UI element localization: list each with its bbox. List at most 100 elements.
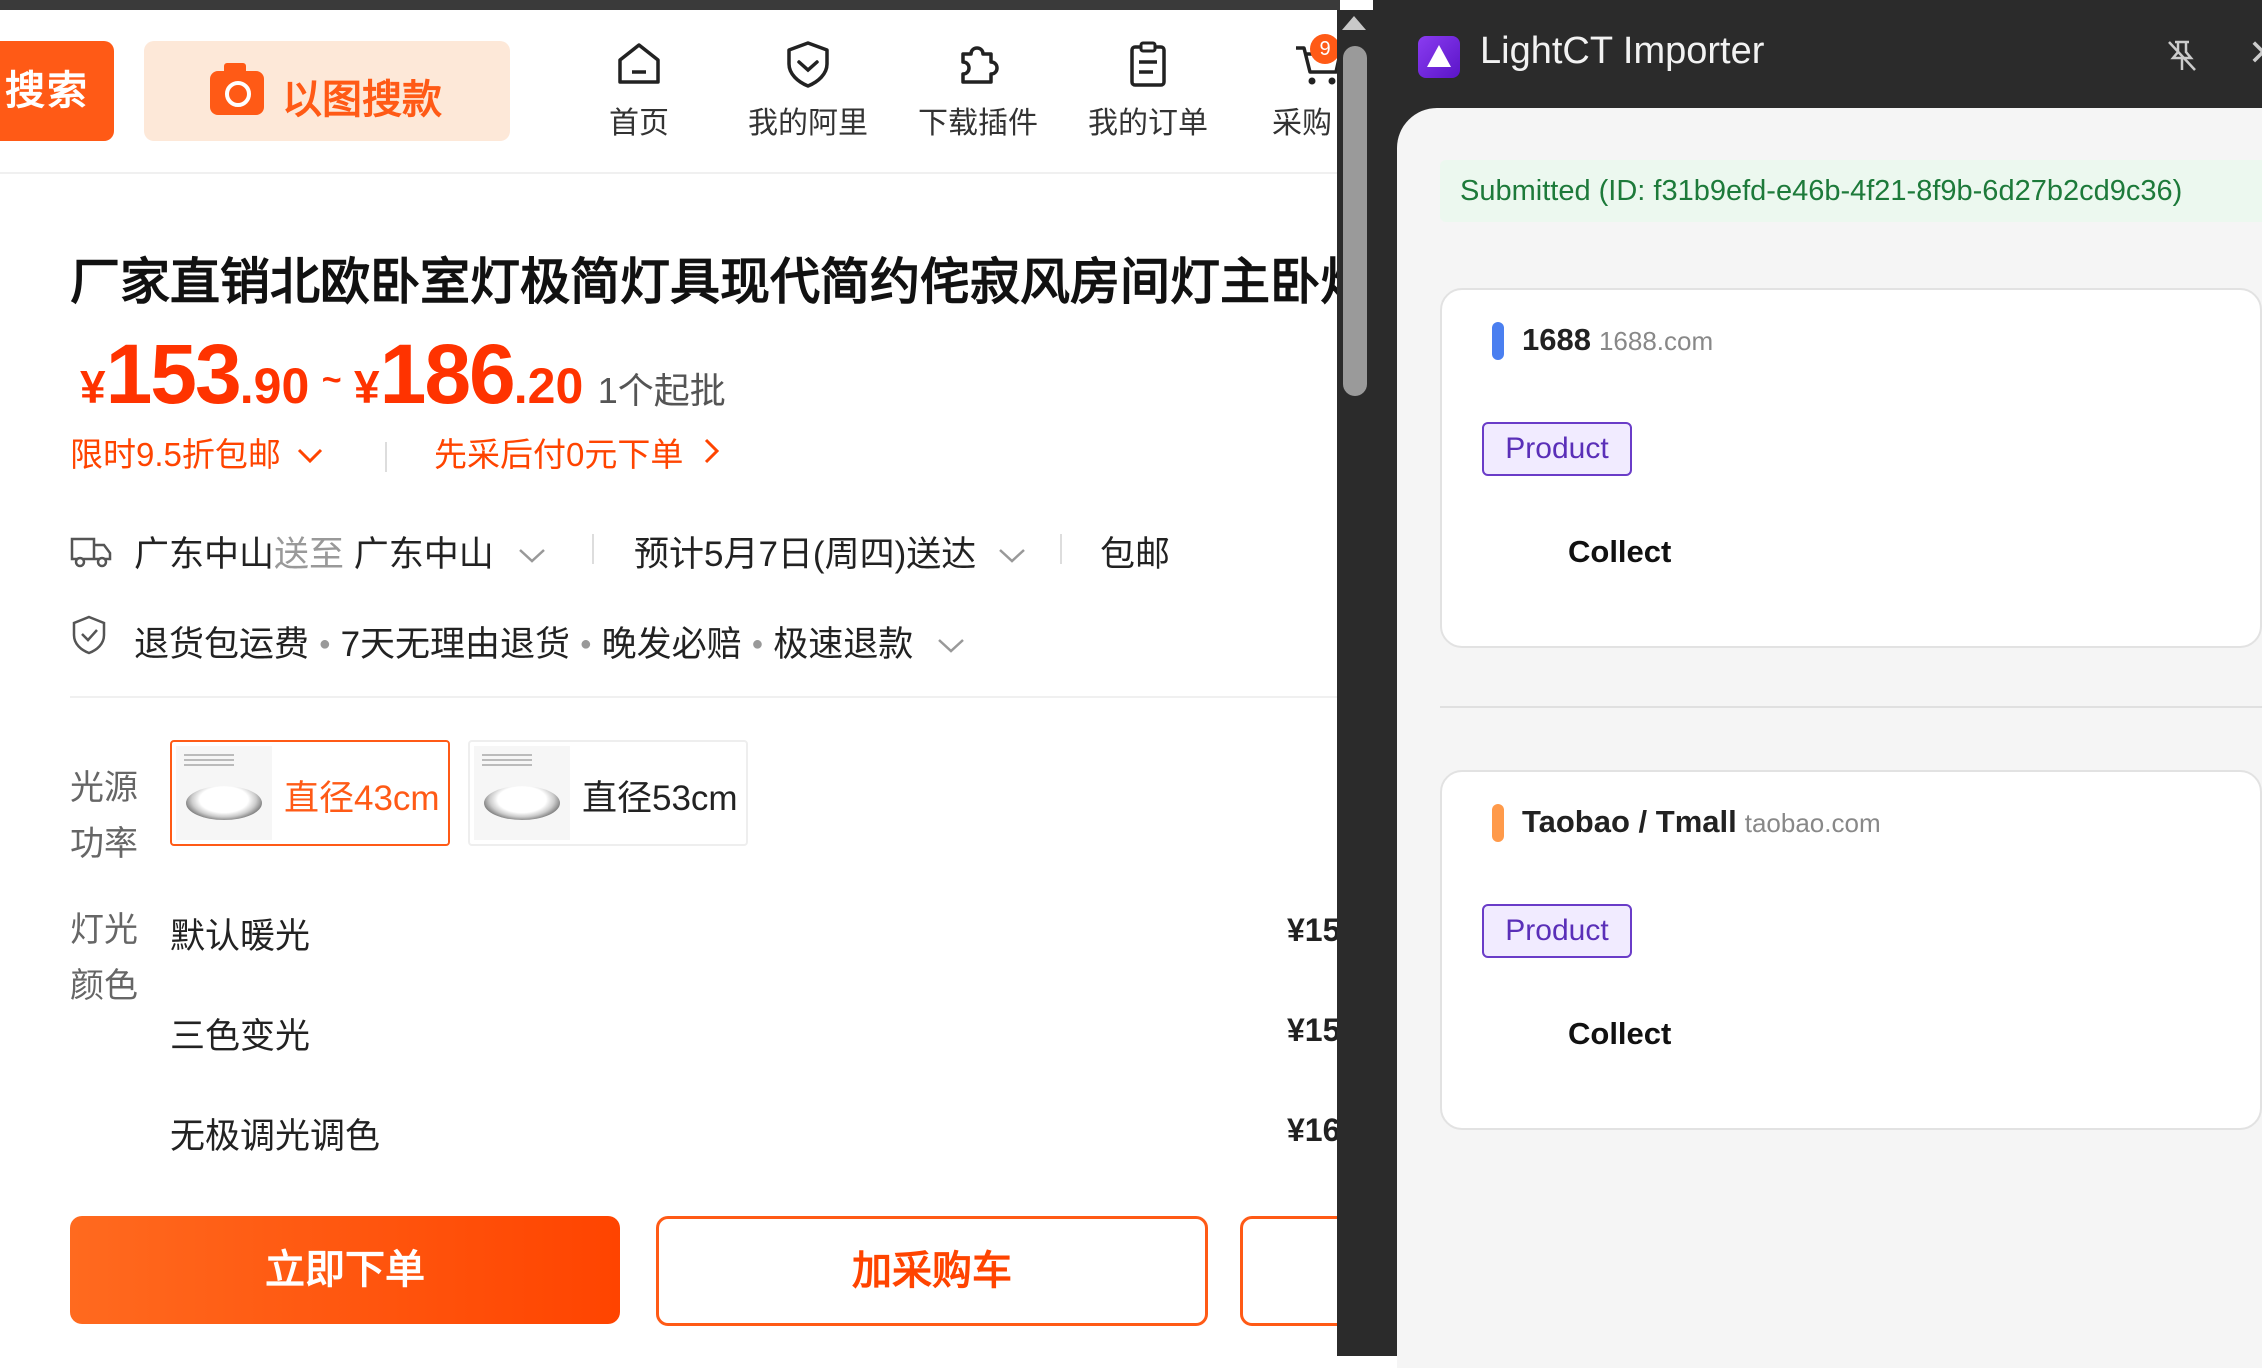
service-item: 退货包运费 bbox=[134, 625, 310, 664]
divider bbox=[592, 534, 594, 564]
section-divider bbox=[70, 696, 1337, 698]
nav-label: 下载插件 bbox=[918, 107, 1038, 140]
size-option-label: 直径53cm bbox=[582, 779, 738, 818]
shield-heart-icon bbox=[787, 41, 829, 88]
chevron-down-icon bbox=[999, 549, 1025, 563]
home-icon bbox=[618, 43, 660, 84]
submission-status: Submitted (ID: f31b9efd-e46b-4f21-8f9b-6… bbox=[1440, 160, 2262, 222]
image-search-button[interactable]: 以图搜款 bbox=[144, 41, 510, 141]
site-color-bar bbox=[1492, 322, 1504, 360]
service-item: 极速退款 bbox=[773, 625, 914, 664]
chevron-down-icon bbox=[298, 448, 323, 464]
color-option-name[interactable]: 无极调光调色 bbox=[170, 1108, 380, 1159]
eta-text: 预计5月7日(周四)送达 bbox=[634, 535, 977, 574]
color-option-price: ¥15 bbox=[1287, 1012, 1337, 1048]
price-high-integer: 186 bbox=[379, 327, 516, 421]
site-name: 1688 1688.com bbox=[1522, 322, 1713, 358]
camera-icon bbox=[210, 63, 264, 115]
dot-separator: ● bbox=[579, 633, 592, 655]
site-domain: 1688.com bbox=[1598, 326, 1714, 356]
more-action-button[interactable] bbox=[1240, 1216, 1337, 1326]
nav-label: 我的阿里 bbox=[748, 107, 868, 140]
promo-pay-later-label: 先采后付0元下单 bbox=[434, 436, 684, 473]
collect-button[interactable]: Collect bbox=[1568, 534, 1671, 570]
shield-check-icon bbox=[72, 615, 106, 655]
price-symbol: ¥ bbox=[80, 361, 106, 413]
buy-now-button[interactable]: 立即下单 bbox=[70, 1216, 620, 1324]
clipboard-icon bbox=[1130, 41, 1166, 87]
puzzle-icon bbox=[961, 46, 999, 84]
size-option-label: 直径43cm bbox=[284, 779, 440, 818]
divider bbox=[385, 442, 387, 472]
site-domain: taobao.com bbox=[1744, 808, 1881, 838]
product-tag[interactable]: Product bbox=[1482, 904, 1632, 958]
option-label-power: 光源 功率 bbox=[70, 760, 138, 872]
nav-label: 首页 bbox=[609, 107, 669, 140]
price-range: ¥153.90 ~ ¥186.20 1个起批 bbox=[80, 326, 726, 423]
site-title: Taobao / Tmall bbox=[1522, 804, 1737, 839]
color-option-price: ¥16 bbox=[1287, 1112, 1337, 1148]
price-symbol: ¥ bbox=[354, 361, 380, 413]
send-to-label: 送至 bbox=[274, 535, 345, 574]
search-button[interactable]: 搜索 bbox=[0, 41, 114, 141]
site-card-taobao: Taobao / Tmall taobao.com Product Collect bbox=[1440, 770, 2262, 1130]
divider bbox=[1060, 534, 1062, 564]
price-low-integer: 153 bbox=[105, 327, 242, 421]
price-high-decimal: .20 bbox=[513, 358, 584, 414]
lightct-logo-icon bbox=[1418, 36, 1460, 78]
product-thumbnail bbox=[474, 746, 570, 840]
size-option[interactable]: 直径43cm bbox=[170, 740, 450, 846]
header-divider bbox=[0, 172, 1337, 174]
panel-divider bbox=[1440, 706, 2262, 708]
image-search-label: 以图搜款 bbox=[282, 78, 442, 122]
price-low-decimal: .90 bbox=[239, 358, 310, 414]
site-card-1688: 1688 1688.com Product Collect bbox=[1440, 288, 2262, 648]
site-title: 1688 bbox=[1522, 322, 1591, 357]
promo-pay-later[interactable]: 先采后付0元下单 bbox=[434, 428, 722, 476]
unpin-icon[interactable] bbox=[2165, 38, 2199, 74]
truck-icon bbox=[70, 537, 112, 568]
close-icon[interactable]: ✕ bbox=[2248, 32, 2262, 74]
color-option-name[interactable]: 三色变光 bbox=[170, 1008, 310, 1059]
label-line: 功率 bbox=[70, 825, 138, 863]
min-order: 1个起批 bbox=[597, 370, 726, 411]
product-thumbnail bbox=[176, 746, 272, 840]
service-item: 晚发必赔 bbox=[601, 625, 742, 664]
color-option-price: ¥15 bbox=[1287, 912, 1337, 948]
nav-download-plugin[interactable]: 下载插件 bbox=[903, 40, 1053, 142]
site-color-bar bbox=[1492, 804, 1504, 842]
nav-label: 采购 bbox=[1272, 107, 1332, 140]
nav-my-ali[interactable]: 我的阿里 bbox=[733, 40, 883, 142]
panel-title: LightCT Importer bbox=[1480, 30, 1765, 72]
top-strip bbox=[0, 0, 1340, 10]
add-to-cart-button[interactable]: 加采购车 bbox=[656, 1216, 1208, 1326]
size-option[interactable]: 直径53cm bbox=[468, 740, 748, 846]
label-line: 灯光 bbox=[70, 911, 138, 949]
nav-my-orders[interactable]: 我的订单 bbox=[1073, 40, 1223, 142]
collect-button[interactable]: Collect bbox=[1568, 1016, 1671, 1052]
product-title: 厂家直销北欧卧室灯极简灯具现代简约侘寂风房间灯主卧灯 bbox=[70, 254, 1337, 310]
delivery-eta[interactable]: 预计5月7日(周四)送达 bbox=[634, 526, 1028, 577]
label-line: 颜色 bbox=[70, 967, 138, 1005]
option-label-color: 灯光 颜色 bbox=[70, 902, 138, 1014]
dot-separator: ● bbox=[751, 633, 764, 655]
service-item: 7天无理由退货 bbox=[340, 625, 571, 664]
cart-count-badge: 9 bbox=[1310, 34, 1337, 64]
scroll-up-arrow[interactable] bbox=[1342, 16, 1366, 30]
scroll-thumb[interactable] bbox=[1343, 46, 1367, 396]
nav-home[interactable]: 首页 bbox=[564, 40, 714, 142]
price-tilde: ~ bbox=[321, 361, 342, 399]
promo-discount-label: 限时9.5折包邮 bbox=[70, 436, 281, 473]
ship-from: 广东中山 bbox=[134, 535, 275, 574]
label-line: 光源 bbox=[70, 769, 138, 807]
chevron-down-icon bbox=[938, 639, 964, 653]
service-guarantees[interactable]: 退货包运费 ● 7天无理由退货 ● 晚发必赔 ● 极速退款 bbox=[134, 616, 967, 667]
product-tag[interactable]: Product bbox=[1482, 422, 1632, 476]
chevron-right-icon bbox=[704, 438, 719, 464]
shipping-route[interactable]: 广东中山送至 广东中山 bbox=[134, 526, 548, 577]
dot-separator: ● bbox=[318, 633, 331, 655]
color-option-name[interactable]: 默认暖光 bbox=[170, 908, 310, 959]
free-shipping: 包邮 bbox=[1100, 535, 1171, 574]
site-name: Taobao / Tmall taobao.com bbox=[1522, 804, 1881, 840]
promo-discount[interactable]: 限时9.5折包邮 bbox=[70, 428, 325, 476]
